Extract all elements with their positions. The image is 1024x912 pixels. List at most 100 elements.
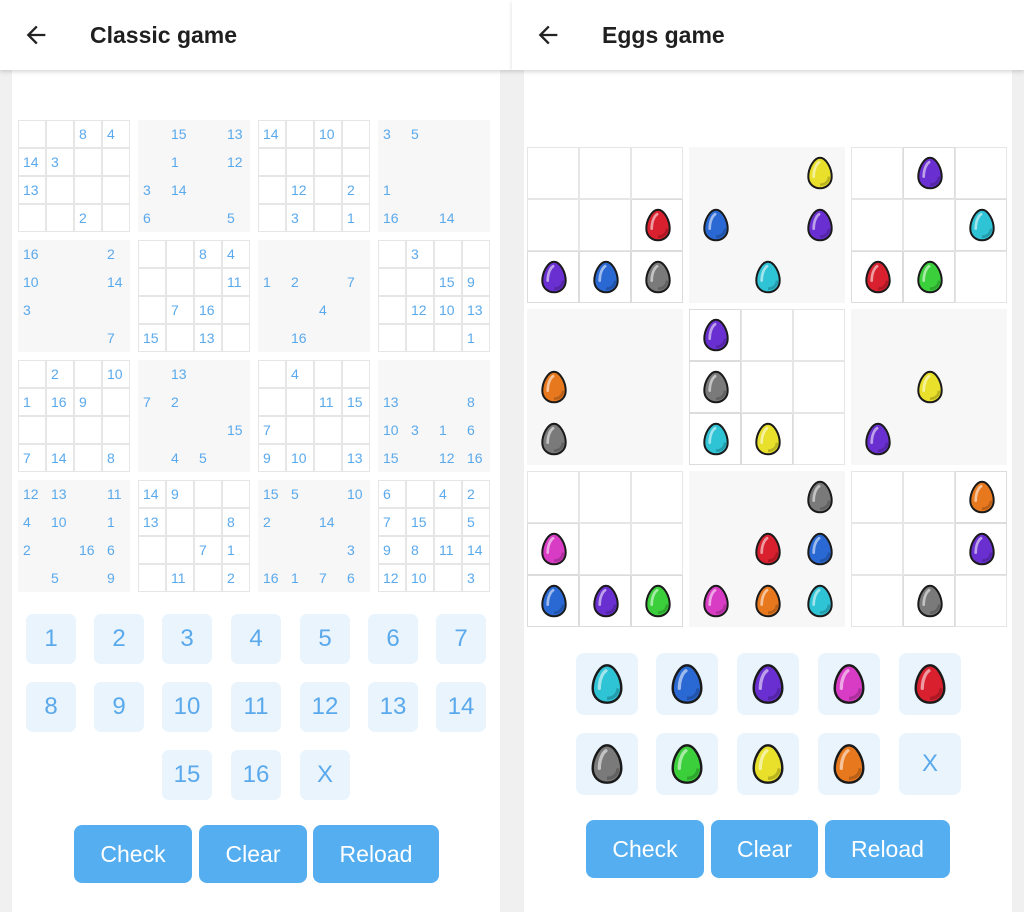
- grid-cell[interactable]: 1: [434, 416, 462, 444]
- grid-cell[interactable]: [102, 148, 130, 176]
- grid-cell[interactable]: [46, 296, 74, 324]
- grid-cell[interactable]: 1: [342, 204, 370, 232]
- grid-cell[interactable]: [631, 199, 683, 251]
- gray-egg-button[interactable]: [576, 733, 638, 795]
- grid-cell[interactable]: 13: [222, 120, 250, 148]
- number-button-7[interactable]: 7: [436, 614, 486, 664]
- grid-cell[interactable]: 10: [102, 360, 130, 388]
- grid-cell[interactable]: 7: [138, 388, 166, 416]
- grid-cell[interactable]: [378, 296, 406, 324]
- grid-cell[interactable]: [851, 147, 903, 199]
- grid-cell[interactable]: 5: [286, 480, 314, 508]
- grid-cell[interactable]: [222, 388, 250, 416]
- clear-cell-button[interactable]: X: [899, 733, 961, 795]
- grid-cell[interactable]: 9: [166, 480, 194, 508]
- grid-cell[interactable]: [138, 564, 166, 592]
- number-button-5[interactable]: 5: [300, 614, 350, 664]
- grid-cell[interactable]: [194, 176, 222, 204]
- grid-cell[interactable]: 15: [166, 120, 194, 148]
- grid-cell[interactable]: 12: [378, 564, 406, 592]
- grid-cell[interactable]: [406, 324, 434, 352]
- grid-cell[interactable]: 13: [378, 388, 406, 416]
- grid-cell[interactable]: [102, 176, 130, 204]
- grid-cell[interactable]: [46, 268, 74, 296]
- grid-cell[interactable]: 9: [102, 564, 130, 592]
- grid-cell[interactable]: [314, 480, 342, 508]
- grid-cell[interactable]: [222, 296, 250, 324]
- grid-cell[interactable]: 16: [74, 536, 102, 564]
- grid-cell[interactable]: 2: [462, 480, 490, 508]
- grid-cell[interactable]: [903, 251, 955, 303]
- grid-cell[interactable]: [462, 120, 490, 148]
- grid-cell[interactable]: [527, 523, 579, 575]
- grid-cell[interactable]: [314, 240, 342, 268]
- grid-cell[interactable]: 3: [406, 240, 434, 268]
- reload-button[interactable]: Reload: [825, 820, 950, 878]
- grid-cell[interactable]: [631, 251, 683, 303]
- grid-cell[interactable]: [102, 388, 130, 416]
- grid-cell[interactable]: [342, 508, 370, 536]
- grid-cell[interactable]: [258, 324, 286, 352]
- grid-cell[interactable]: 14: [434, 204, 462, 232]
- grid-cell[interactable]: [258, 204, 286, 232]
- grid-cell[interactable]: [903, 147, 955, 199]
- grid-cell[interactable]: [527, 361, 579, 413]
- grid-cell[interactable]: 1: [378, 176, 406, 204]
- grid-cell[interactable]: [286, 296, 314, 324]
- grid-cell[interactable]: [286, 508, 314, 536]
- grid-cell[interactable]: 3: [286, 204, 314, 232]
- grid-cell[interactable]: [793, 147, 845, 199]
- grid-cell[interactable]: 11: [314, 388, 342, 416]
- grid-cell[interactable]: [851, 523, 903, 575]
- grid-cell[interactable]: 4: [222, 240, 250, 268]
- grid-cell[interactable]: [258, 360, 286, 388]
- grid-cell[interactable]: 10: [342, 480, 370, 508]
- grid-cell[interactable]: 15: [342, 388, 370, 416]
- grid-cell[interactable]: [138, 536, 166, 564]
- grid-cell[interactable]: 11: [434, 536, 462, 564]
- grid-cell[interactable]: [689, 199, 741, 251]
- grid-cell[interactable]: [406, 148, 434, 176]
- grid-cell[interactable]: 12: [18, 480, 46, 508]
- grid-cell[interactable]: 7: [258, 416, 286, 444]
- grid-cell[interactable]: [406, 268, 434, 296]
- grid-cell[interactable]: [406, 444, 434, 472]
- grid-cell[interactable]: 13: [194, 324, 222, 352]
- grid-cell[interactable]: [46, 204, 74, 232]
- grid-cell[interactable]: [46, 324, 74, 352]
- grid-cell[interactable]: [138, 296, 166, 324]
- grid-cell[interactable]: 7: [18, 444, 46, 472]
- grid-cell[interactable]: [74, 416, 102, 444]
- grid-cell[interactable]: 14: [166, 176, 194, 204]
- grid-cell[interactable]: [74, 444, 102, 472]
- number-button-16[interactable]: 16: [231, 750, 281, 800]
- grid-cell[interactable]: 16: [462, 444, 490, 472]
- grid-cell[interactable]: [689, 361, 741, 413]
- grid-cell[interactable]: [46, 240, 74, 268]
- grid-cell[interactable]: 4: [166, 444, 194, 472]
- grid-cell[interactable]: 1: [166, 148, 194, 176]
- number-button-10[interactable]: 10: [162, 682, 212, 732]
- grid-cell[interactable]: [631, 575, 683, 627]
- check-button[interactable]: Check: [74, 825, 192, 883]
- grid-cell[interactable]: 16: [194, 296, 222, 324]
- grid-cell[interactable]: 1: [18, 388, 46, 416]
- grid-cell[interactable]: [194, 120, 222, 148]
- grid-cell[interactable]: 8: [462, 388, 490, 416]
- grid-cell[interactable]: 2: [74, 204, 102, 232]
- grid-cell[interactable]: [342, 240, 370, 268]
- grid-cell[interactable]: [222, 176, 250, 204]
- grid-cell[interactable]: [222, 324, 250, 352]
- grid-cell[interactable]: [258, 148, 286, 176]
- grid-cell[interactable]: 10: [434, 296, 462, 324]
- grid-cell[interactable]: 7: [102, 324, 130, 352]
- grid-cell[interactable]: 4: [18, 508, 46, 536]
- grid-cell[interactable]: [166, 416, 194, 444]
- number-button-13[interactable]: 13: [368, 682, 418, 732]
- grid-cell[interactable]: [434, 360, 462, 388]
- grid-cell[interactable]: 5: [462, 508, 490, 536]
- magenta-egg-button[interactable]: [818, 653, 880, 715]
- number-button-6[interactable]: 6: [368, 614, 418, 664]
- check-button[interactable]: Check: [586, 820, 704, 878]
- grid-cell[interactable]: [406, 388, 434, 416]
